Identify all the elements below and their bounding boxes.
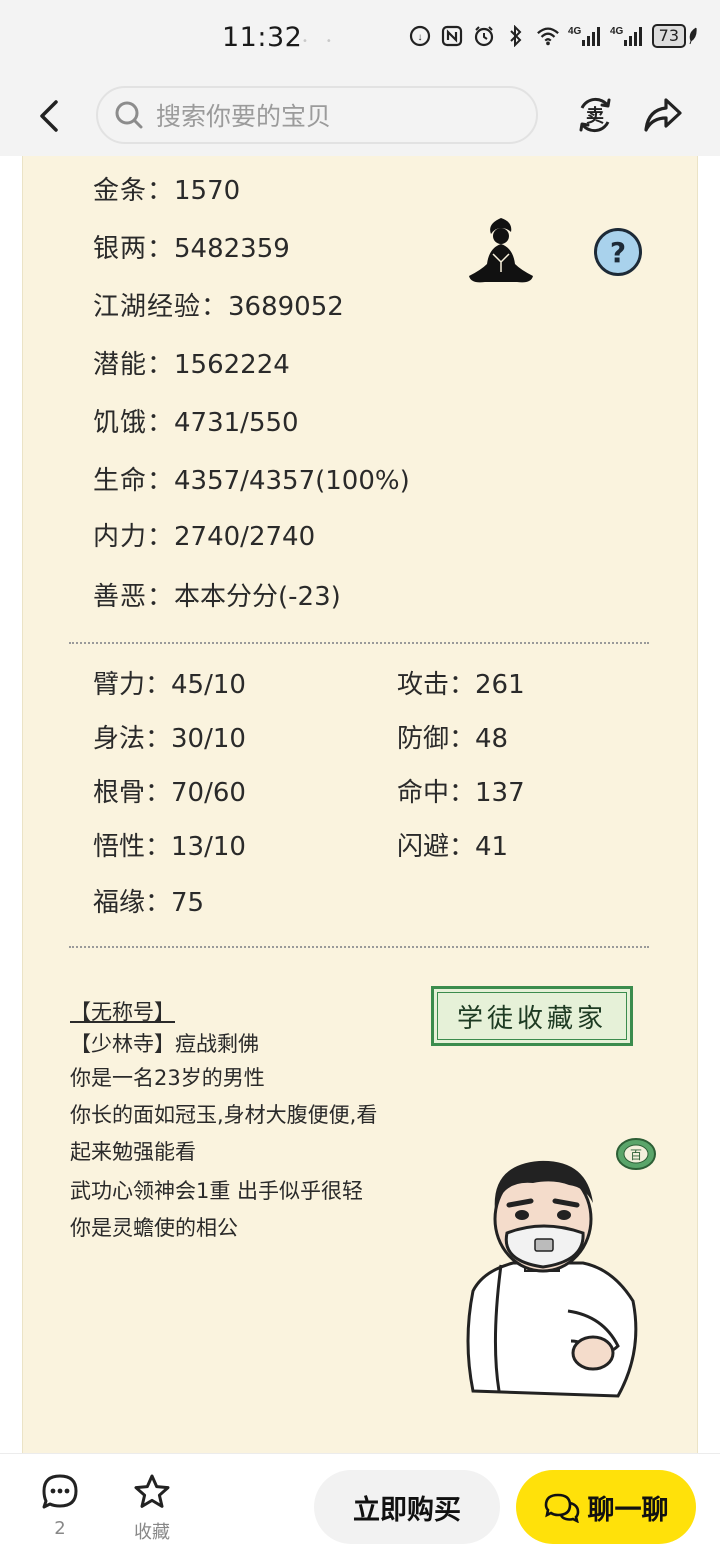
search-placeholder: 搜索你要的宝贝 [156, 102, 332, 131]
character-avatar [466, 1160, 638, 1398]
svg-text:4G: 4G [610, 26, 624, 37]
attr-insight: 悟性：13/10 [93, 832, 246, 862]
chat-label: 聊一聊 [587, 1494, 669, 1526]
divider-1 [69, 642, 649, 644]
svg-text:4G: 4G [568, 26, 582, 37]
character-desc-2: 你长的面如冠玉,身材大腹便便,看 [70, 1103, 378, 1127]
search-icon [115, 101, 143, 129]
attr-hit: 命中：137 [397, 778, 525, 808]
bluetooth-icon [504, 24, 528, 48]
stat-hunger: 饥饿：4731/550 [93, 408, 299, 438]
character-stats-panel: 金条：1570 银两：5482359 江湖经验：3689052 潜能：15622… [22, 156, 698, 1453]
notification-dots: •• [302, 36, 350, 47]
share-icon [644, 98, 682, 132]
wifi-icon [536, 24, 560, 48]
status-bar: 11:32 •• ↓ 4G 4G 73 [0, 0, 720, 80]
comment-tab[interactable]: 2 [34, 1472, 86, 1539]
product-detail-image: 金条：1570 银两：5482359 江湖经验：3689052 潜能：15622… [0, 156, 720, 1453]
alarm-icon [472, 24, 496, 48]
collector-badge-text: 学徒收藏家 [437, 992, 627, 1040]
stat-silver: 银两：5482359 [93, 234, 290, 264]
charging-leaf-icon [689, 27, 697, 45]
search-input[interactable]: 搜索你要的宝贝 [96, 86, 538, 144]
bottom-action-bar: 2 收藏 立即购买 聊一聊 [0, 1453, 720, 1559]
attr-bone: 根骨：70/60 [93, 778, 246, 808]
attr-agility: 身法：30/10 [93, 724, 246, 754]
character-desc-4: 武功心领神会1重 出手似乎很轻 [70, 1179, 364, 1203]
share-button[interactable] [642, 94, 684, 136]
character-desc-1: 你是一名23岁的男性 [70, 1066, 265, 1090]
signal-1-icon: 4G [568, 24, 602, 48]
character-desc-3: 起来勉强能看 [70, 1140, 196, 1164]
divider-2 [69, 946, 649, 948]
stat-gold: 金条：1570 [93, 176, 241, 206]
status-icons: ↓ 4G 4G 73 [408, 24, 698, 48]
sell-button[interactable]: 卖 [574, 94, 616, 136]
character-title: 【无称号】 [70, 1000, 175, 1024]
stat-potential: 潜能：1562224 [93, 350, 290, 380]
attr-defense: 防御：48 [397, 724, 509, 754]
help-button[interactable]: ? [594, 228, 642, 276]
star-icon [134, 1474, 170, 1508]
character-sect: 【少林寺】痘战剩佛 [70, 1032, 259, 1056]
chat-button[interactable]: 聊一聊 [516, 1470, 696, 1544]
battery-level: 73 [651, 24, 686, 48]
sell-icon: 卖 [579, 97, 611, 133]
character-desc-5: 你是灵蟾使的相公 [70, 1216, 238, 1240]
favorite-tab[interactable]: 收藏 [120, 1472, 184, 1544]
chevron-left-icon [40, 100, 58, 132]
favorite-label: 收藏 [134, 1522, 170, 1543]
status-time: 11:32 [222, 22, 303, 53]
attr-attack: 攻击：261 [397, 670, 525, 700]
svg-text:↓: ↓ [417, 32, 422, 43]
signal-2-icon: 4G [610, 24, 644, 48]
collector-badge: 学徒收藏家 [431, 986, 633, 1046]
buy-now-button[interactable]: 立即购买 [314, 1470, 500, 1544]
comment-icon [42, 1474, 78, 1509]
data-saver-icon: ↓ [408, 24, 432, 48]
chat-bubble-icon [544, 1493, 579, 1523]
back-button[interactable] [30, 96, 70, 136]
nfc-icon [440, 24, 464, 48]
stat-morality: 善恶：本本分分(-23) [93, 582, 341, 612]
search-header: 搜索你要的宝贝 卖 [0, 80, 720, 156]
svg-text:卖: 卖 [586, 105, 604, 127]
attr-dodge: 闪避：41 [397, 832, 509, 862]
battery-indicator: 73 [651, 24, 698, 48]
meditation-icon [469, 218, 533, 283]
stat-life: 生命：4357/4357(100%) [93, 466, 410, 496]
attr-arm: 臂力：45/10 [93, 670, 246, 700]
stat-inner: 内力：2740/2740 [93, 522, 316, 552]
attr-luck: 福缘：75 [93, 888, 205, 918]
comment-count: 2 [54, 1518, 66, 1539]
stat-exp: 江湖经验：3689052 [93, 292, 344, 322]
